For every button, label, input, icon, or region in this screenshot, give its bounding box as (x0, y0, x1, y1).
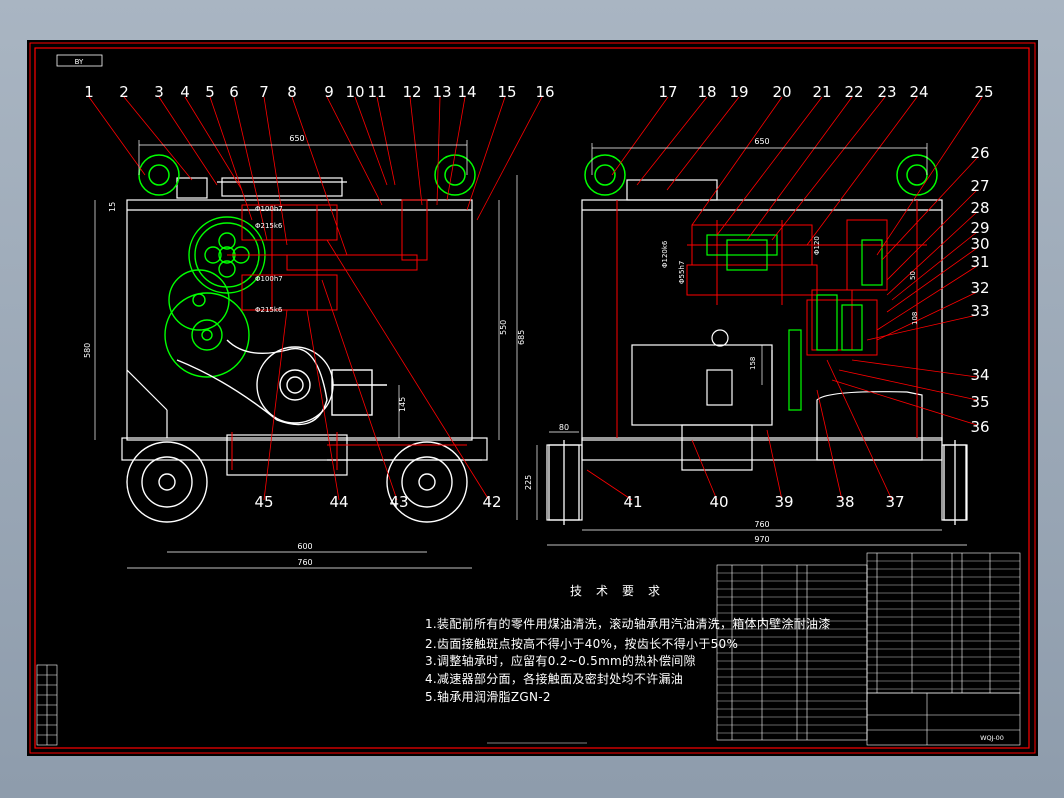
part-no-33: 33 (970, 302, 989, 320)
front-view: 1 2 3 4 5 6 7 8 9 10 11 12 13 14 15 16 4 (83, 83, 555, 569)
part-no-13: 13 (432, 83, 451, 101)
side-dim-120: Φ120 (813, 236, 821, 255)
side-dim-760: 760 (754, 520, 769, 529)
part-no-3: 3 (154, 83, 164, 101)
front-dim-650: 650 (289, 134, 304, 143)
side-dim-650: 650 (754, 137, 769, 146)
side-view: 17 18 19 20 21 22 23 24 25 26 27 28 29 3… (524, 83, 994, 546)
part-no-10: 10 (345, 83, 364, 101)
part-no-43: 43 (389, 493, 408, 511)
front-dim-580: 580 (83, 343, 92, 358)
front-dim-100h7-a: Φ100h7 (255, 205, 283, 213)
front-dim-600: 600 (297, 542, 312, 551)
part-no-19: 19 (729, 83, 748, 101)
part-no-45: 45 (254, 493, 273, 511)
part-no-9: 9 (324, 83, 334, 101)
side-dim-970: 970 (754, 535, 769, 544)
part-no-34: 34 (970, 366, 989, 384)
part-no-11: 11 (367, 83, 386, 101)
side-dim-55h7: Φ55h7 (678, 261, 686, 284)
side-part-numbers: 17 18 19 20 21 22 23 24 25 26 27 28 29 3… (623, 83, 993, 511)
side-dim-120k6: Φ120k6 (661, 240, 669, 268)
part-no-4: 4 (180, 83, 190, 101)
front-dim-215k6-b: Φ215k6 (255, 306, 283, 314)
tech-requirements-title: 技术要求 (570, 584, 675, 598)
parts-list-rows (717, 560, 1020, 734)
tech-requirement-2: 2.齿面接触斑点按高不得小于40%，按齿长不得小于50% (425, 637, 739, 651)
side-dim-50: 50 (909, 271, 917, 280)
part-no-7: 7 (259, 83, 269, 101)
tech-requirement-3: 3.调整轴承时，应留有0.2~0.5mm的热补偿间隙 (425, 654, 696, 668)
part-no-27: 27 (970, 177, 989, 195)
front-part-numbers: 1 2 3 4 5 6 7 8 9 10 11 12 13 14 15 16 4 (84, 83, 554, 511)
part-no-30: 30 (970, 235, 989, 253)
part-no-15: 15 (497, 83, 516, 101)
part-no-2: 2 (119, 83, 129, 101)
drawing-sheet[interactable]: BY 1 2 3 4 5 6 7 8 9 10 11 12 13 14 15 1… (27, 40, 1038, 756)
part-no-20: 20 (772, 83, 791, 101)
front-dim-760: 760 (297, 558, 312, 567)
tech-requirement-1: 1.装配前所有的零件用煤油清洗，滚动轴承用汽油清洗，箱体内壁涂耐油漆 (425, 617, 831, 631)
part-no-8: 8 (287, 83, 297, 101)
part-no-38: 38 (835, 493, 854, 511)
front-dim-685: 685 (517, 330, 526, 345)
part-no-41: 41 (623, 493, 642, 511)
side-dim-158: 158 (749, 357, 757, 370)
part-no-31: 31 (970, 253, 989, 271)
drawing-number: WQJ-00 (980, 734, 1004, 742)
revision-strip (36, 664, 58, 746)
part-no-28: 28 (970, 199, 989, 217)
side-dim-225: 225 (524, 475, 533, 490)
part-no-40: 40 (709, 493, 728, 511)
front-dim-15: 15 (108, 202, 117, 212)
front-dim-215k6-a: Φ215k6 (255, 222, 283, 230)
part-no-39: 39 (774, 493, 793, 511)
part-no-5: 5 (205, 83, 215, 101)
part-no-14: 14 (457, 83, 476, 101)
part-no-42: 42 (482, 493, 501, 511)
part-no-12: 12 (402, 83, 421, 101)
part-no-23: 23 (877, 83, 896, 101)
part-no-6: 6 (229, 83, 239, 101)
sheet-tag: BY (75, 58, 84, 66)
part-no-16: 16 (535, 83, 554, 101)
side-dim-108: 108 (911, 312, 919, 325)
part-no-18: 18 (697, 83, 716, 101)
part-no-36: 36 (970, 418, 989, 436)
side-dim-80: 80 (559, 423, 569, 432)
front-dim-100h7-b: Φ100h7 (255, 275, 283, 283)
part-no-26: 26 (970, 144, 989, 162)
front-dim-145: 145 (398, 397, 407, 412)
part-no-32: 32 (970, 279, 989, 297)
part-no-22: 22 (844, 83, 863, 101)
front-dim-550: 550 (499, 320, 508, 335)
cad-viewport: BY 1 2 3 4 5 6 7 8 9 10 11 12 13 14 15 1… (0, 0, 1064, 798)
part-no-17: 17 (658, 83, 677, 101)
part-no-44: 44 (329, 493, 348, 511)
part-no-37: 37 (885, 493, 904, 511)
part-no-24: 24 (909, 83, 928, 101)
tech-requirement-4: 4.减速器部分面，各接触面及密封处均不许漏油 (425, 672, 684, 686)
part-no-35: 35 (970, 393, 989, 411)
part-no-1: 1 (84, 83, 94, 101)
part-no-25: 25 (974, 83, 993, 101)
tech-requirement-5: 5.轴承用润滑脂ZGN-2 (425, 690, 551, 704)
part-no-21: 21 (812, 83, 831, 101)
